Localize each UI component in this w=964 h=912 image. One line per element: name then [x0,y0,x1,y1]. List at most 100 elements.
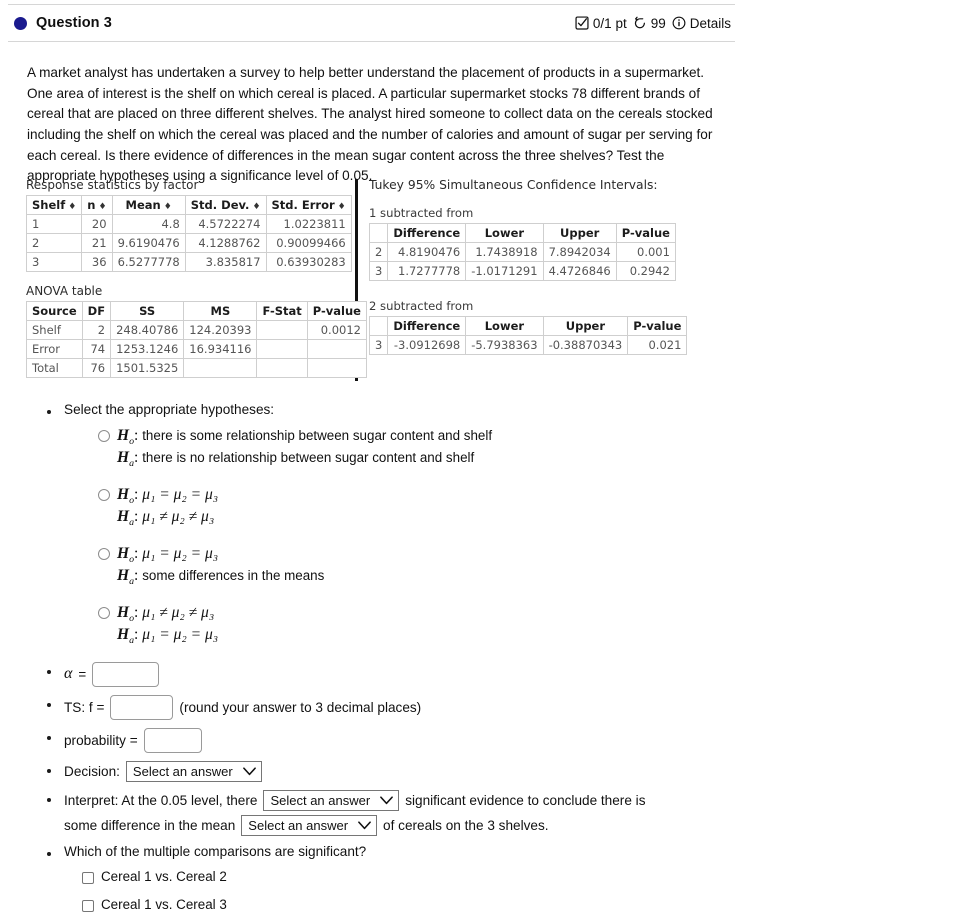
tukey-title: Tukey 95% Simultaneous Confidence Interv… [369,178,658,192]
sort-arrow-icon[interactable]: ♦ [164,202,172,212]
hypothesis-option-2[interactable]: Ho: μ₁ = μ₂ = μ₃ Ha: μ₁ ≠ μ₂ ≠ μ₃ [98,485,747,530]
hypotheses-item: Select the appropriate hypotheses: Ho: t… [27,402,747,648]
checkbox-label: Cereal 1 vs. Cereal 2 [101,868,227,884]
cell-df: 76 [81,358,112,378]
col-stderr[interactable]: Std. Error ♦ [265,195,352,215]
h-symbol: H [117,508,130,526]
interpret-select-variable-value: Select an answer [248,817,349,833]
option-4-lines: Ho: μ₁ ≠ μ₂ ≠ μ₃ Ha: μ₁ = μ₂ = μ₃ [117,603,218,648]
h-subscript: o [129,436,135,448]
h-symbol: H [117,603,130,621]
cell-source: Shelf [26,320,83,340]
interpret-select-evidence[interactable]: Select an answer [263,789,400,811]
col-shelf[interactable]: Shelf ♦ [25,195,83,215]
multiple-comparisons-item: Which of the multiple comparisons are si… [27,844,747,859]
hypothesis-option-1[interactable]: Ho: there is some relationship between s… [98,426,747,471]
probability-label: probability = [64,732,138,748]
cell-shelf: 1 [25,214,83,234]
cell-stddev: 4.1288762 [184,233,267,253]
cell-stderr: 0.90099466 [265,233,352,253]
question-prompt-text: A market analyst has undertaken a survey… [27,65,713,184]
sort-arrow-icon[interactable]: ♦ [252,202,260,212]
table-row: Error 74 1253.1246 16.934116 [26,339,367,359]
col-difference: Difference [387,223,467,243]
interpret-text-2: significant evidence to conclude there i… [405,792,646,808]
h-subscript: a [129,458,135,470]
cell-pvalue: 0.021 [627,335,688,355]
checkbox-icon[interactable] [82,899,94,912]
alpha-equals: = [78,666,87,682]
option-3-alt: Ha: some differences in the means [117,567,325,588]
cell-ms: 16.934116 [183,339,258,359]
cell-rowkey: 2 [368,242,389,262]
col-shelf-label: Shelf [32,198,66,212]
details-link[interactable]: Details [672,16,731,31]
cell-rowkey: 3 [368,335,389,355]
probability-input[interactable] [143,727,202,753]
ts-input[interactable] [110,694,174,720]
checkbox-row[interactable]: Cereal 1 vs. Cereal 2 [82,869,747,884]
page-title: Question 3 [36,15,112,31]
col-rowkey [368,223,389,243]
option-1-null: Ho: there is some relationship between s… [117,427,493,448]
radio-button-icon[interactable] [98,547,110,560]
multiple-comparisons-prompt: Which of the multiple comparisons are si… [64,843,367,859]
hypothesis-option-3[interactable]: Ho: μ₁ = μ₂ = μ₃ Ha: some differences in… [98,544,747,589]
radio-button-icon[interactable] [98,488,110,501]
option-3-null-math: μ₁ = μ₂ = μ₃ [142,544,219,562]
option-2-alt: Ha: μ₁ ≠ μ₂ ≠ μ₃ [117,508,215,529]
cell-ss: 248.40786 [110,320,185,340]
checkbox-icon[interactable] [82,871,94,884]
table-row: 1 20 4.8 4.5722274 1.0223811 [25,214,352,234]
col-mean-label: Mean [125,198,161,212]
option-1-alt: Ha: there is no relationship between sug… [117,449,475,470]
col-pvalue: P-value [627,316,688,336]
col-stddev-label: Std. Dev. [190,198,250,212]
probability-item: probability = [27,727,747,753]
cell-pvalue: 0.0012 [306,320,367,340]
col-difference: Difference [387,316,467,336]
cell-upper: -0.38870343 [542,335,629,355]
cell-source: Total [26,358,83,378]
tukey-group1-caption: 1 subtracted from [369,206,474,220]
answer-form: Select the appropriate hypotheses: Ho: t… [27,402,747,912]
sort-arrow-icon[interactable]: ♦ [98,202,106,212]
multiple-comparison-checkboxes: Cereal 1 vs. Cereal 2 Cereal 1 vs. Cerea… [82,869,747,912]
hypothesis-option-4[interactable]: Ho: μ₁ ≠ μ₂ ≠ μ₃ Ha: μ₁ = μ₂ = μ₃ [98,603,747,648]
col-n[interactable]: n ♦ [81,195,113,215]
alpha-input[interactable] [92,661,160,687]
anova-section: ANOVA table Source DF SS MS F-Stat P-val… [26,284,367,378]
col-mean[interactable]: Mean ♦ [111,195,186,215]
cell-pvalue: 0.2942 [615,261,676,281]
checkbox-checked-icon [575,16,589,30]
radio-button-icon[interactable] [98,430,110,442]
table-row: 3 1.7277778 -1.0171291 4.4726846 0.2942 [368,261,676,281]
sort-arrow-icon[interactable]: ♦ [68,202,76,212]
col-rowkey [368,316,389,336]
interpret-select-variable[interactable]: Select an answer [241,814,378,836]
alpha-row: α = [64,661,747,687]
hypothesis-options: Ho: there is some relationship between s… [98,426,747,648]
col-stddev[interactable]: Std. Dev. ♦ [184,195,267,215]
decision-select[interactable]: Select an answer [125,760,262,782]
option-4-null: Ho: μ₁ ≠ μ₂ ≠ μ₃ [117,603,215,624]
interpret-text-4: of cereals on the 3 shelves. [383,817,549,833]
cell-df: 2 [81,320,112,340]
attempts-count: 99 [650,15,666,31]
cell-difference: 4.8190476 [387,242,467,262]
cell-shelf: 3 [25,252,83,272]
question-title-group: Question 3 [14,15,112,31]
col-stderr-label: Std. Error [271,198,335,212]
h-symbol: H [117,567,130,585]
tukey-group1-table: Difference Lower Upper P-value 2 4.81904… [368,223,676,281]
cell-mean: 6.5277778 [111,252,186,272]
option-2-lines: Ho: μ₁ = μ₂ = μ₃ Ha: μ₁ ≠ μ₂ ≠ μ₃ [117,485,218,530]
cell-stddev: 3.835817 [184,252,267,272]
sort-arrow-icon[interactable]: ♦ [338,202,346,212]
checkbox-row[interactable]: Cereal 1 vs. Cereal 3 [82,897,747,912]
radio-button-icon[interactable] [98,606,110,619]
decision-item: Decision: Select an answer [27,760,747,782]
cell-source: Error [26,339,83,359]
h-subscript: a [129,576,135,588]
response-statistics-table: Shelf ♦ n ♦ Mean ♦ Std. Dev. ♦ Std. Error ♦ 1… [25,195,352,272]
